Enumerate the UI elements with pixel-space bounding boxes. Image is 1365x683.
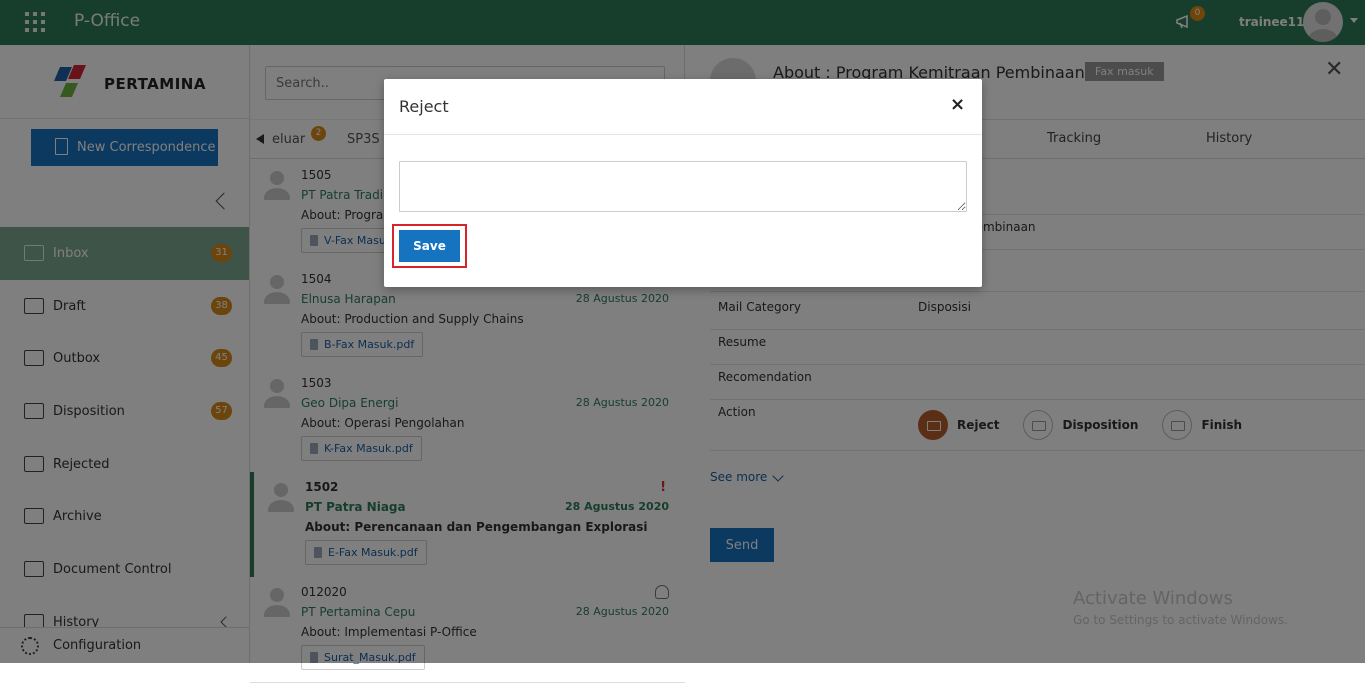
reject-dialog: Reject × Save bbox=[384, 79, 982, 287]
close-icon[interactable]: × bbox=[950, 94, 965, 115]
reject-reason-input[interactable] bbox=[399, 161, 967, 212]
dialog-header: Reject × bbox=[384, 79, 982, 135]
dialog-title: Reject bbox=[399, 97, 449, 116]
save-button[interactable]: Save bbox=[399, 230, 460, 262]
